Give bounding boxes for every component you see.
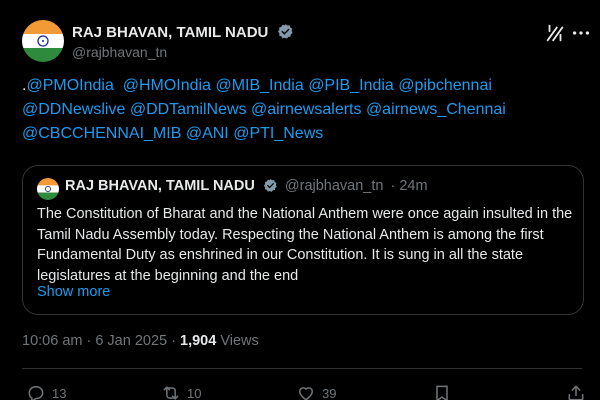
show-more-link[interactable]: Show more <box>37 284 110 300</box>
author-handle[interactable]: @rajbhavan_tn <box>72 44 167 60</box>
mention-link[interactable]: @PIB_India <box>308 77 394 94</box>
mention-link[interactable]: @CBCCHENNAI_MIB <box>22 125 181 142</box>
mention-link[interactable]: @HMOIndia <box>123 77 211 94</box>
quote-header: RAJ BHAVAN, TAMIL NADU @rajbhavan_tn · 2… <box>65 178 428 197</box>
repost-button[interactable]: 10 <box>161 383 201 400</box>
tweet-text-line-2: @DDNewslive @DDTamilNews @airnewsalerts … <box>22 98 582 122</box>
views-label: Views <box>216 333 259 349</box>
tweet-text-line-1: .@PMOIndia @HMOIndia @MIB_India @PIB_Ind… <box>22 74 582 98</box>
quoted-tweet[interactable]: RAJ BHAVAN, TAMIL NADU @rajbhavan_tn · 2… <box>22 165 584 315</box>
quote-author-name[interactable]: RAJ BHAVAN, TAMIL NADU <box>65 178 255 194</box>
mention-link[interactable]: @ANI <box>186 125 229 142</box>
tweet-text: .@PMOIndia @HMOIndia @MIB_India @PIB_Ind… <box>22 74 582 146</box>
verified-badge-icon <box>277 23 294 44</box>
bookmark-icon <box>436 385 448 400</box>
mention-link[interactable]: @DDTamilNews <box>130 101 247 118</box>
mention-link[interactable]: @pibchennai <box>398 77 492 94</box>
quote-time[interactable]: · 24m <box>391 178 428 194</box>
author-name-row[interactable]: RAJ BHAVAN, TAMIL NADU <box>72 23 294 44</box>
share-button[interactable] <box>566 383 586 400</box>
divider <box>22 368 582 369</box>
heart-icon <box>298 387 314 400</box>
tweet: RAJ BHAVAN, TAMIL NADU @rajbhavan_tn .@P… <box>0 0 600 400</box>
quote-avatar[interactable] <box>37 178 59 200</box>
more-icon[interactable] <box>570 22 592 44</box>
bookmark-button[interactable] <box>432 383 452 400</box>
reply-count: 13 <box>52 385 67 400</box>
share-icon <box>568 385 584 400</box>
like-button[interactable]: 39 <box>296 383 336 400</box>
mention-link[interactable]: @DDNewslive <box>22 101 125 118</box>
reply-button[interactable]: 13 <box>26 383 66 400</box>
avatar[interactable] <box>22 20 64 62</box>
tweet-text-line-3: @CBCCHENNAI_MIB @ANI @PTI_News <box>22 122 582 146</box>
verified-badge-icon <box>263 178 278 197</box>
india-flag-emblem <box>37 178 59 200</box>
reply-icon <box>28 386 44 400</box>
india-flag-emblem <box>22 20 64 62</box>
author-name[interactable]: RAJ BHAVAN, TAMIL NADU <box>72 24 268 41</box>
mention-link[interactable]: @PTI_News <box>233 125 323 142</box>
tweet-meta: 10:06 am · 6 Jan 2025 · 1,904 Views <box>22 333 259 349</box>
mention-link[interactable]: @MIB_India <box>215 77 303 94</box>
views-count: 1,904 <box>180 333 217 349</box>
mention-link[interactable]: @PMOIndia <box>26 77 113 94</box>
mention-link[interactable]: @airnewsalerts <box>251 101 362 118</box>
quote-author-handle[interactable]: @rajbhavan_tn <box>285 178 384 194</box>
quote-text: The Constitution of Bharat and the Natio… <box>37 206 573 284</box>
repost-count: 10 <box>187 385 202 400</box>
repost-icon <box>163 386 179 400</box>
grok-icon[interactable] <box>544 22 566 44</box>
mention-link[interactable]: @airnews_Chennai <box>366 101 506 118</box>
like-count: 39 <box>322 385 337 400</box>
tweet-timestamp[interactable]: 10:06 am · 6 Jan 2025 · <box>22 333 180 349</box>
